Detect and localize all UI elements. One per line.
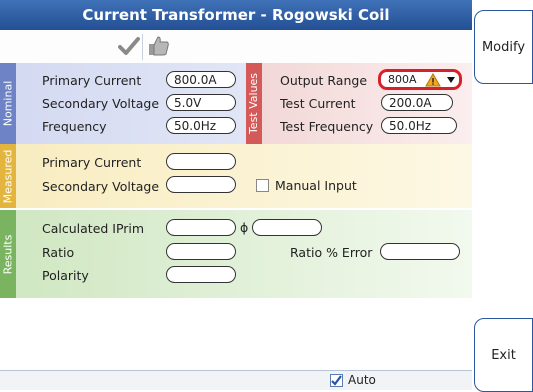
polarity-field [166, 266, 236, 283]
output-range-dropdown[interactable]: 800A [378, 69, 462, 90]
measured-primary-current-field[interactable] [166, 153, 236, 170]
warning-icon [425, 73, 441, 87]
chevron-down-icon [447, 77, 455, 83]
checkmark-icon [331, 375, 342, 386]
results-tab: Results [0, 210, 16, 298]
status-bar: Auto [0, 370, 472, 390]
results-section: Results Calculated IPrim ϕ Ratio Ratio %… [0, 210, 472, 298]
measured-tab: Measured [0, 144, 16, 208]
polarity-label: Polarity [42, 268, 89, 283]
test-values-section: Test Values Output Range 800A Test Curre… [246, 63, 472, 144]
test-current-field[interactable]: 200.0A [381, 94, 453, 111]
ratio-error-field [380, 243, 460, 260]
measured-primary-current-label: Primary Current [42, 155, 142, 170]
measured-secondary-voltage-label: Secondary Voltage [42, 179, 160, 194]
title-bar: Current Transformer - Rogowski Coil [0, 0, 472, 30]
measured-section: Measured Primary Current Secondary Volta… [0, 144, 472, 208]
nominal-frequency-field[interactable]: 50.0Hz [166, 117, 236, 134]
nominal-secondary-voltage-label: Secondary Voltage [42, 96, 160, 111]
calculated-iprim-label: Calculated IPrim [42, 221, 145, 236]
toolbar-separator [142, 34, 143, 60]
phase-angle-field [252, 219, 322, 236]
auto-checkbox[interactable] [330, 374, 343, 387]
test-current-label: Test Current [280, 96, 356, 111]
test-values-tab: Test Values [246, 63, 262, 144]
thumbs-up-icon[interactable] [146, 33, 172, 59]
calculated-iprim-field [166, 219, 236, 236]
check-icon[interactable] [116, 33, 142, 59]
measured-secondary-voltage-field[interactable] [166, 176, 236, 193]
auto-label: Auto [348, 373, 376, 387]
toolbar [0, 30, 472, 64]
modify-button-label: Modify [481, 39, 526, 55]
nominal-frequency-label: Frequency [42, 119, 107, 134]
manual-input-checkbox[interactable] [256, 179, 269, 192]
nominal-secondary-voltage-field[interactable]: 5.0V [166, 94, 236, 111]
test-frequency-field[interactable]: 50.0Hz [381, 117, 457, 134]
phi-symbol: ϕ [240, 220, 249, 235]
nominal-tab: Nominal [0, 63, 16, 144]
window-title: Current Transformer - Rogowski Coil [82, 6, 390, 24]
ratio-label: Ratio [42, 245, 75, 260]
output-range-value: 800A [388, 73, 417, 86]
exit-button-label: Exit [491, 347, 516, 363]
exit-button[interactable]: Exit [474, 318, 533, 392]
test-frequency-label: Test Frequency [280, 119, 374, 134]
ratio-field [166, 243, 236, 260]
manual-input-label: Manual Input [275, 178, 357, 193]
output-range-label: Output Range [280, 73, 368, 88]
nominal-primary-current-field[interactable]: 800.0A [166, 71, 236, 88]
nominal-primary-current-label: Primary Current [42, 73, 142, 88]
app-window: Current Transformer - Rogowski Coil Nomi… [0, 0, 533, 392]
modify-button[interactable]: Modify [474, 10, 533, 84]
ratio-error-label: Ratio % Error [290, 245, 373, 260]
